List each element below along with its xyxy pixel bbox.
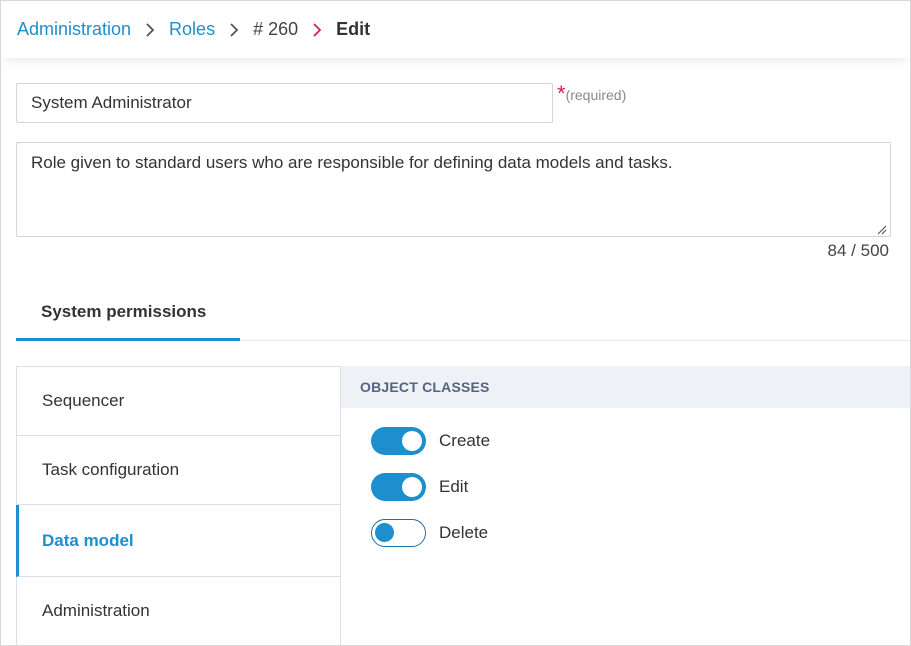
permission-row-delete[interactable]: Delete — [371, 519, 488, 547]
breadcrumb: Administration Roles # 260 Edit — [17, 18, 370, 40]
character-counter: 84 / 500 — [827, 241, 889, 260]
tab-system-permissions[interactable]: System permissions — [16, 291, 240, 341]
permissions-panel: OBJECT CLASSES Create Edit Delete — [341, 366, 910, 645]
chevron-right-icon — [298, 19, 336, 40]
breadcrumb-current: Edit — [336, 18, 371, 39]
breadcrumb-role-id: # 260 — [253, 18, 299, 39]
delete-toggle[interactable] — [371, 519, 426, 547]
role-description-textarea[interactable] — [16, 142, 891, 237]
required-label: (required) — [565, 87, 627, 103]
resize-handle-icon[interactable] — [875, 222, 887, 240]
chevron-right-icon — [215, 19, 253, 40]
required-star: * — [557, 81, 566, 106]
category-item-data-model[interactable]: Data model — [16, 505, 340, 577]
breadcrumb-roles-link[interactable]: Roles — [169, 19, 215, 40]
create-toggle[interactable] — [371, 427, 426, 455]
permission-category-list: Sequencer Task configuration Data model … — [16, 366, 341, 645]
category-item-task-configuration[interactable]: Task configuration — [17, 436, 340, 505]
edit-toggle[interactable] — [371, 473, 426, 501]
category-item-administration[interactable]: Administration — [17, 577, 340, 645]
breadcrumb-administration-link[interactable]: Administration — [17, 19, 131, 40]
required-indicator: * (required) — [557, 83, 626, 105]
category-item-sequencer[interactable]: Sequencer — [17, 367, 340, 436]
permission-label: Edit — [439, 477, 469, 496]
role-name-input[interactable] — [16, 83, 553, 123]
permission-row-create[interactable]: Create — [371, 427, 490, 455]
permission-label: Delete — [439, 523, 489, 542]
permission-row-edit[interactable]: Edit — [371, 473, 468, 501]
chevron-right-icon — [131, 19, 169, 40]
permission-label: Create — [439, 431, 491, 450]
page-header: Administration Roles # 260 Edit — [1, 1, 910, 58]
role-edit-page: Administration Roles # 260 Edit * (requi… — [0, 0, 911, 646]
panel-heading: OBJECT CLASSES — [341, 366, 910, 408]
